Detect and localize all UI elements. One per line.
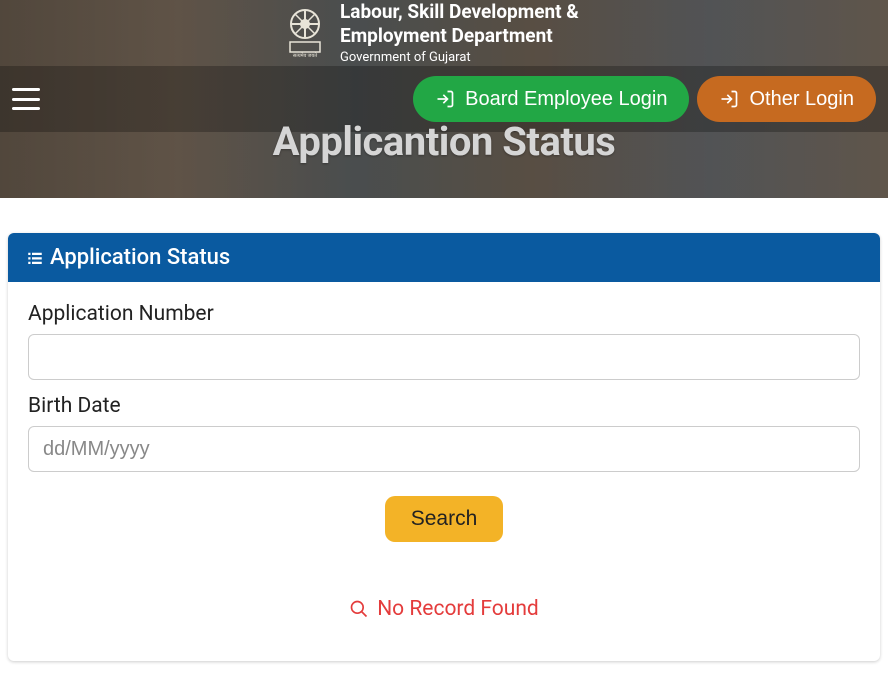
- svg-text:सत्यमेव जयते: सत्यमेव जयते: [293, 52, 317, 59]
- content-area: Application Status Application Number Bi…: [0, 198, 888, 661]
- search-button-label: Search: [411, 507, 478, 530]
- application-number-group: Application Number: [28, 302, 860, 380]
- status-text: No Record Found: [377, 597, 539, 621]
- birth-date-group: Birth Date: [28, 394, 860, 472]
- status-message: No Record Found: [28, 597, 860, 621]
- dept-line1: Labour, Skill Development &: [340, 0, 579, 24]
- login-icon: [435, 89, 455, 109]
- birth-date-input[interactable]: [28, 426, 860, 472]
- search-button[interactable]: Search: [385, 496, 504, 542]
- login-icon: [719, 89, 739, 109]
- dept-sub: Government of Gujarat: [340, 50, 579, 66]
- header-top: सत्यमेव जयते Labour, Skill Development &…: [0, 0, 888, 66]
- application-status-card: Application Status Application Number Bi…: [8, 233, 880, 661]
- page-title: Applicantion Status: [0, 118, 888, 165]
- other-login-button[interactable]: Other Login: [697, 76, 876, 122]
- board-login-label: Board Employee Login: [465, 88, 667, 111]
- list-icon: [26, 249, 44, 267]
- board-employee-login-button[interactable]: Board Employee Login: [413, 76, 689, 122]
- dept-line2: Employment Department: [340, 24, 579, 48]
- hamburger-menu-icon[interactable]: [12, 88, 40, 110]
- application-number-input[interactable]: [28, 334, 860, 380]
- card-header-title: Application Status: [50, 245, 230, 270]
- application-number-label: Application Number: [28, 302, 860, 326]
- birth-date-label: Birth Date: [28, 394, 860, 418]
- other-login-label: Other Login: [749, 88, 854, 111]
- govt-emblem-icon: सत्यमेव जयते: [280, 4, 330, 62]
- department-name: Labour, Skill Development & Employment D…: [340, 0, 579, 66]
- card-body: Application Number Birth Date Search No …: [8, 282, 880, 661]
- search-icon: [349, 599, 369, 619]
- button-row: Search: [28, 496, 860, 542]
- card-header: Application Status: [8, 233, 880, 282]
- banner-hero: सत्यमेव जयते Labour, Skill Development &…: [0, 0, 888, 198]
